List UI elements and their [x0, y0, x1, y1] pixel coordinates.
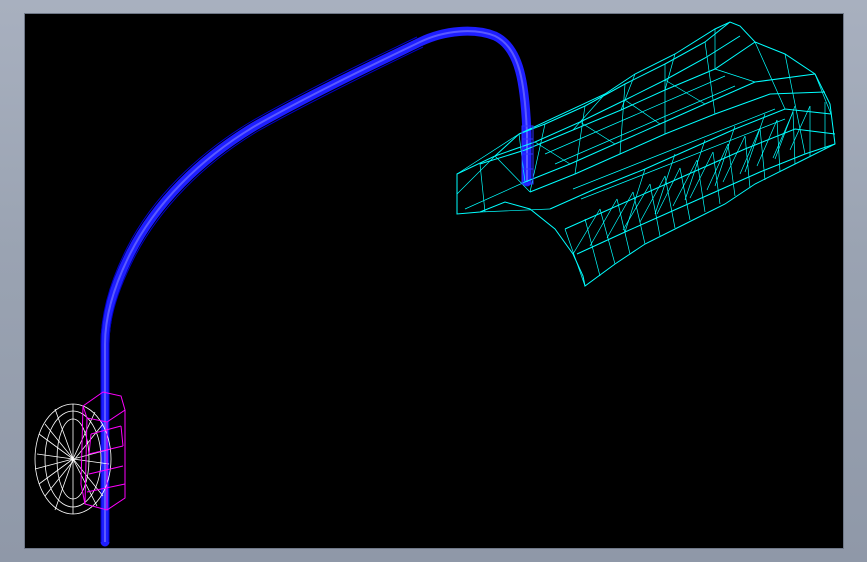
cad-viewport[interactable] [24, 13, 844, 549]
curved-pole[interactable] [101, 31, 527, 542]
application-frame [0, 0, 867, 562]
wireframe-model [25, 14, 844, 549]
